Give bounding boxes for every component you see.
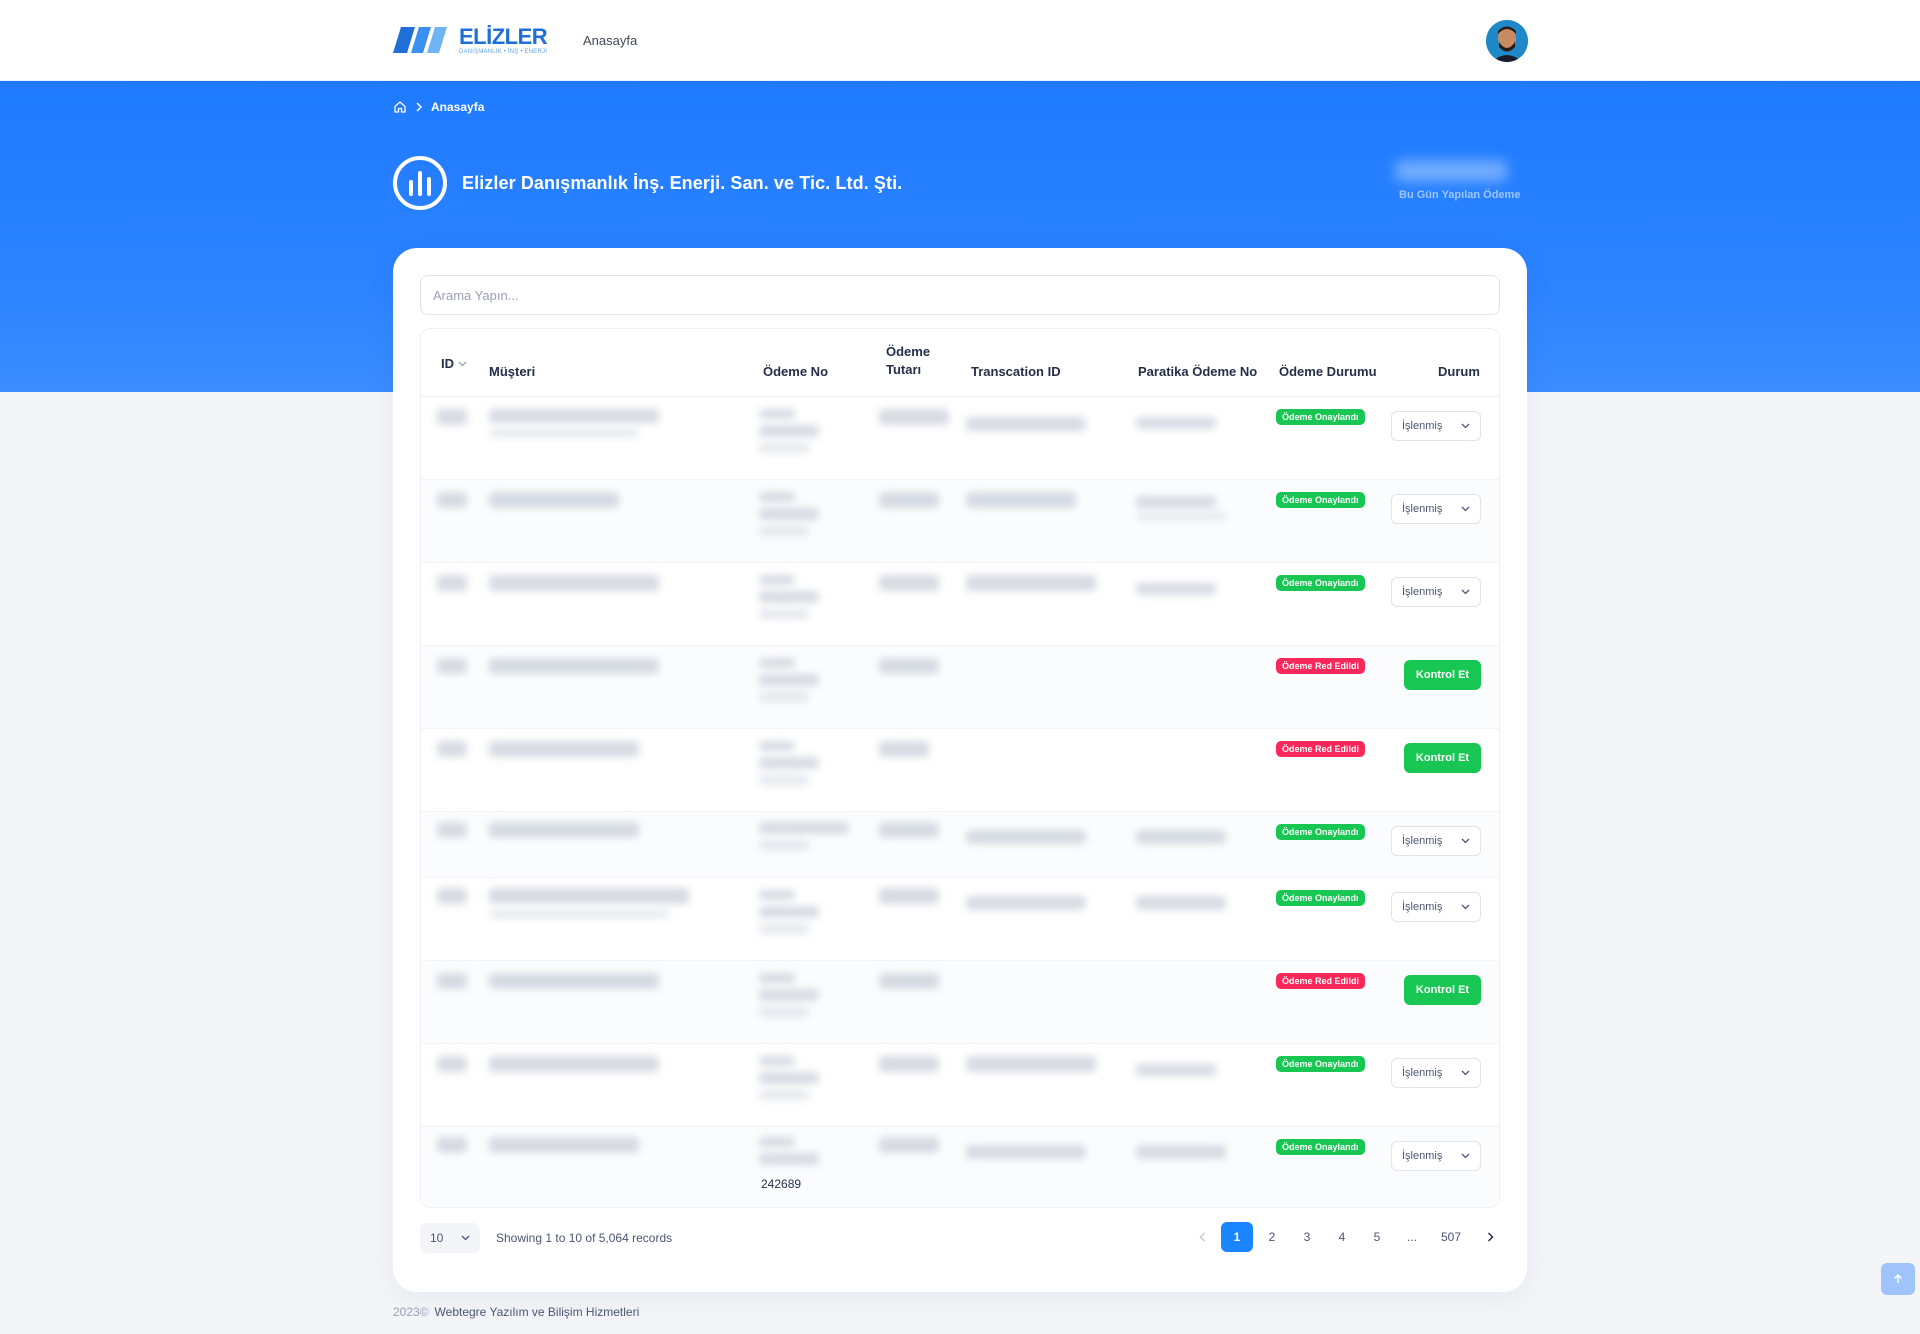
search-input[interactable] [420, 275, 1500, 315]
status-badge-rejected: Ödeme Red Edildi [1276, 973, 1366, 989]
table-row[interactable]: Ödeme Onaylandı İşlenmiş [421, 563, 1499, 646]
pagination-next[interactable] [1474, 1222, 1506, 1252]
chevron-down-icon [1461, 838, 1470, 844]
chevron-down-icon [1461, 506, 1470, 512]
logo[interactable]: ELİZLER DANIŞMANLIK • İNŞ • ENERJİ [393, 23, 548, 55]
logo-tagline: DANIŞMANLIK • İNŞ • ENERJİ [459, 48, 548, 55]
column-header-paratika-no: Paratika Ödeme No [1138, 364, 1258, 379]
user-avatar[interactable] [1486, 20, 1528, 62]
today-payment-value [1395, 160, 1507, 182]
status-select[interactable]: İşlenmiş [1391, 826, 1481, 856]
table-row[interactable]: Ödeme Onaylandı İşlenmiş [421, 397, 1499, 480]
status-badge-approved: Ödeme Onaylandı [1276, 1139, 1365, 1155]
chevron-down-icon [1461, 1070, 1470, 1076]
column-header-customer: Müşteri [489, 364, 536, 379]
status-badge-approved: Ödeme Onaylandı [1276, 575, 1365, 591]
logo-marks-icon [393, 27, 447, 53]
chevron-down-icon [1461, 423, 1470, 429]
pagination-page-4[interactable]: 4 [1326, 1222, 1358, 1252]
status-select[interactable]: İşlenmiş [1391, 411, 1481, 441]
status-badge-approved: Ödeme Onaylandı [1276, 1056, 1365, 1072]
table-row[interactable]: Ödeme Red Edildi Kontrol Et [421, 646, 1499, 729]
status-select[interactable]: İşlenmiş [1391, 1058, 1481, 1088]
chevron-down-icon [1461, 904, 1470, 910]
footer-copyright: 2023© Webtegre Yazılım ve Bilişim Hizmetl… [393, 1305, 639, 1319]
table-row[interactable]: Ödeme Onaylandı İşlenmiş [421, 1044, 1499, 1127]
home-icon[interactable] [393, 100, 407, 114]
pagination-ellipsis: ... [1406, 1230, 1417, 1244]
logo-name: ELİZLER [459, 23, 548, 49]
table-row[interactable]: Ödeme Onaylandı İşlenmiş [421, 812, 1499, 878]
column-header-status: Durum [1438, 364, 1480, 379]
status-select[interactable]: İşlenmiş [1391, 892, 1481, 922]
pagination: 1 2 3 4 5 ... 507 [1183, 1222, 1506, 1252]
nav-link-home[interactable]: Anasayfa [583, 33, 637, 48]
payments-card: ID Müşteri Ödeme No Ödeme Tutarı Transca… [393, 248, 1527, 1292]
pagination-prev[interactable] [1186, 1222, 1218, 1252]
table-row[interactable]: Ödeme Red Edildi Kontrol Et [421, 961, 1499, 1044]
breadcrumb-current: Anasayfa [431, 100, 485, 114]
top-navbar: ELİZLER DANIŞMANLIK • İNŞ • ENERJİ Anasa… [0, 0, 1920, 81]
payments-table: ID Müşteri Ödeme No Ödeme Tutarı Transca… [420, 328, 1500, 1208]
status-badge-approved: Ödeme Onaylandı [1276, 824, 1365, 840]
pagination-page-3[interactable]: 3 [1291, 1222, 1323, 1252]
table-row[interactable]: Ödeme Red Edildi Kontrol Et [421, 729, 1499, 812]
table-row[interactable]: Ödeme Onaylandı İşlenmiş [421, 480, 1499, 563]
footer-year: 2023© [393, 1305, 429, 1319]
status-select[interactable]: İşlenmiş [1391, 1141, 1481, 1171]
column-header-payment-status: Ödeme Durumu [1279, 364, 1377, 379]
column-header-amount: Ödeme Tutarı [886, 344, 931, 377]
breadcrumb: Anasayfa [393, 100, 484, 114]
arrow-up-icon [1893, 1273, 1903, 1283]
chevron-down-icon [1461, 1153, 1470, 1159]
pagination-page-5[interactable]: 5 [1361, 1222, 1393, 1252]
chevron-down-icon [1461, 589, 1470, 595]
check-button[interactable]: Kontrol Et [1404, 743, 1481, 773]
page-size-select[interactable]: 10 [420, 1223, 480, 1253]
check-button[interactable]: Kontrol Et [1404, 660, 1481, 690]
chevron-down-icon [461, 1235, 470, 1241]
scroll-top-button[interactable] [1881, 1263, 1915, 1295]
status-select[interactable]: İşlenmiş [1391, 577, 1481, 607]
sort-chevron-down-icon [458, 361, 467, 367]
status-badge-approved: Ödeme Onaylandı [1276, 492, 1365, 508]
table-row[interactable]: 242689 Ödeme Onaylandı İşlenmiş [421, 1127, 1499, 1207]
table-header: ID Müşteri Ödeme No Ödeme Tutarı Transca… [421, 329, 1499, 397]
pagination-page-1[interactable]: 1 [1221, 1222, 1253, 1252]
chevron-left-icon [1198, 1232, 1205, 1242]
company-chart-icon [393, 156, 447, 210]
company-name: Elizler Danışmanlık İnş. Enerji. San. ve… [462, 173, 903, 193]
chevron-right-icon [416, 102, 423, 112]
status-badge-rejected: Ödeme Red Edildi [1276, 658, 1366, 674]
records-info: Showing 1 to 10 of 5,064 records [496, 1231, 673, 1245]
status-badge-approved: Ödeme Onaylandı [1276, 890, 1365, 906]
status-badge-approved: Ödeme Onaylandı [1276, 409, 1365, 425]
column-header-id[interactable]: ID [441, 355, 467, 373]
column-header-transaction-id: Transcation ID [971, 364, 1061, 379]
pagination-page-2[interactable]: 2 [1256, 1222, 1288, 1252]
footer-company[interactable]: Webtegre Yazılım ve Bilişim Hizmetleri [435, 1305, 640, 1319]
chevron-right-icon [1487, 1232, 1494, 1242]
today-payment-label: Bu Gün Yapılan Ödeme [1399, 189, 1521, 201]
payment-no-value: 242689 [761, 1177, 802, 1191]
check-button[interactable]: Kontrol Et [1404, 975, 1481, 1005]
status-select[interactable]: İşlenmiş [1391, 494, 1481, 524]
status-badge-rejected: Ödeme Red Edildi [1276, 741, 1366, 757]
pagination-page-last[interactable]: 507 [1431, 1222, 1471, 1252]
avatar-image-icon [1486, 20, 1528, 62]
column-header-payment-no: Ödeme No [763, 364, 829, 379]
table-row[interactable]: Ödeme Onaylandı İşlenmiş [421, 878, 1499, 961]
